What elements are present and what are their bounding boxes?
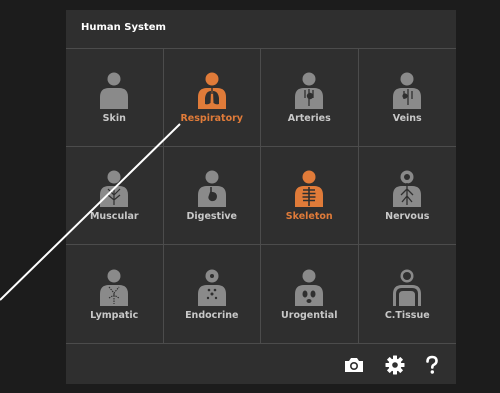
system-label: Urogential (281, 309, 338, 321)
system-digestive[interactable]: Digestive (163, 147, 261, 245)
system-endocrine[interactable]: Endocrine (164, 245, 261, 343)
stomach-icon (197, 170, 226, 207)
system-grid: Skin Respiratory Arteries Veins Muscular… (66, 48, 456, 344)
human-system-panel: Human System Skin Respiratory Arteries V… (66, 10, 456, 384)
veins-icon (393, 72, 422, 109)
system-nervous[interactable]: Nervous (358, 147, 456, 245)
skin-icon (100, 72, 129, 109)
system-lympatic[interactable]: Lympatic (66, 245, 164, 343)
lymph-icon (100, 269, 129, 306)
system-c-tissue[interactable]: C.Tissue (359, 245, 457, 343)
system-skin[interactable]: Skin (66, 49, 164, 147)
lungs-icon (197, 72, 226, 109)
system-urogential[interactable]: Urogential (261, 245, 359, 343)
system-label: Arteries (287, 113, 331, 124)
system-respiratory[interactable]: Respiratory (163, 49, 261, 147)
help-button[interactable] (421, 354, 443, 376)
gear-icon (385, 355, 405, 375)
system-label: Nervous (385, 211, 430, 222)
camera-button[interactable] (343, 354, 365, 376)
system-veins[interactable]: Veins (358, 49, 456, 147)
settings-button[interactable] (384, 354, 406, 376)
system-label: Veins (392, 113, 422, 124)
system-arteries[interactable]: Arteries (261, 49, 359, 147)
ribcage-icon (295, 170, 324, 207)
panel-footer (66, 344, 456, 384)
system-label: Lympatic (90, 309, 139, 321)
system-label: Skin (102, 113, 126, 124)
system-skeleton[interactable]: Skeleton (261, 147, 359, 245)
gland-icon (197, 269, 226, 306)
system-label: Endocrine (185, 309, 239, 321)
nerve-icon (393, 170, 422, 207)
kidney-icon (295, 269, 324, 306)
arteries-icon (295, 72, 324, 109)
system-label: Digestive (186, 211, 237, 222)
tissue-icon (393, 269, 422, 306)
camera-icon (345, 358, 363, 372)
system-label: Respiratory (180, 113, 243, 124)
system-muscular[interactable]: Muscular (66, 147, 164, 245)
system-label: C.Tissue (384, 309, 430, 321)
help-icon (426, 355, 438, 374)
panel-title: Human System (81, 22, 166, 33)
system-label: Muscular (89, 211, 139, 222)
system-label: Skeleton (285, 211, 333, 222)
muscle-icon (100, 170, 129, 207)
